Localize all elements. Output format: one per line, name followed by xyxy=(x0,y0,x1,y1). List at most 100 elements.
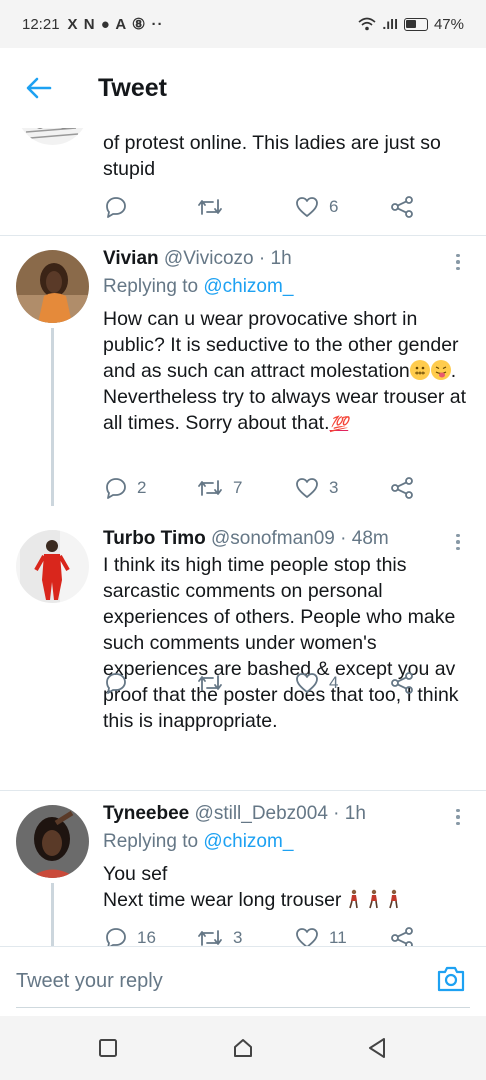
tweet-text: of protest online. This ladies are just … xyxy=(103,132,441,180)
walking-woman-emoji xyxy=(341,889,401,911)
retweet-button[interactable]: 3 xyxy=(197,923,242,946)
battery-percent: 47% xyxy=(433,15,464,33)
retweet-button[interactable] xyxy=(197,668,223,698)
back-arrow-icon xyxy=(26,77,52,99)
share-icon xyxy=(391,927,413,946)
retweet-button[interactable]: 7 xyxy=(197,473,242,503)
more-options-button[interactable] xyxy=(450,250,466,274)
tweet-text: I think its high time people stop this s… xyxy=(103,554,459,732)
share-icon xyxy=(391,196,413,218)
mention-link[interactable]: @chizom_ xyxy=(203,276,293,297)
retweet-icon xyxy=(198,480,222,496)
tweet-actions: 6 xyxy=(103,192,423,222)
reply-composer xyxy=(0,946,486,1016)
more-options-button[interactable] xyxy=(450,530,466,554)
tongue-emoji xyxy=(430,360,451,380)
retweet-count: 3 xyxy=(233,928,243,946)
share-button[interactable] xyxy=(390,473,414,503)
like-button[interactable]: 6 xyxy=(295,192,338,222)
tweet-header: Turbo Timo @sonofman09 · 48m xyxy=(103,528,389,550)
tweet-actions: 2 7 3 xyxy=(103,473,423,503)
heart-icon xyxy=(296,197,318,217)
like-count: 6 xyxy=(329,197,339,216)
reply-count: 2 xyxy=(137,478,147,497)
share-button[interactable] xyxy=(390,192,414,222)
home-icon xyxy=(234,1039,252,1057)
reply-icon xyxy=(106,478,126,499)
status-bar: 12:21 X N ● A ⑧ ·· .ıll 47% xyxy=(0,0,486,48)
tweet-turbo-timo[interactable]: Turbo Timo @sonofman09 · 48m I think its… xyxy=(0,518,486,790)
replying-to-label: Replying to xyxy=(103,276,199,297)
timestamp: · 48m xyxy=(340,528,389,549)
triangle-back-icon xyxy=(369,1038,385,1058)
zipper-mouth-emoji xyxy=(409,360,430,380)
tweet-text-main: How can u wear provocative short in publ… xyxy=(103,308,459,382)
retweet-icon xyxy=(198,199,222,215)
reply-count: 16 xyxy=(137,928,156,946)
avatar[interactable] xyxy=(16,805,89,878)
replying-to: Replying to @chizom_ xyxy=(103,276,293,298)
notification-icons: X N ● A ⑧ ·· xyxy=(67,16,164,33)
display-name[interactable]: Turbo Timo xyxy=(103,528,206,549)
more-options-button[interactable] xyxy=(450,805,466,829)
tweet-partial[interactable]: of protest online. This ladies are just … xyxy=(0,120,486,234)
like-button[interactable]: 4 xyxy=(295,668,338,698)
reply-icon xyxy=(106,197,126,218)
share-button[interactable] xyxy=(390,923,414,946)
back-button[interactable] xyxy=(14,63,64,113)
reply-button[interactable]: 2 xyxy=(105,473,146,503)
tweet-header: Tyneebee @still_Debz004 · 1h xyxy=(103,803,366,825)
reply-icon xyxy=(106,928,126,946)
thread-line xyxy=(51,883,54,946)
heart-icon xyxy=(296,928,318,946)
tweet-vivian[interactable]: Vivian @Vivicozo · 1h Replying to @chizo… xyxy=(0,236,486,506)
square-icon xyxy=(99,1039,117,1057)
avatar[interactable] xyxy=(16,530,89,603)
retweet-icon xyxy=(198,930,222,946)
user-handle[interactable]: @Vivicozo xyxy=(164,248,254,269)
user-handle[interactable]: @sonofman09 xyxy=(211,528,335,549)
composer-underline xyxy=(16,1007,470,1008)
display-name[interactable]: Tyneebee xyxy=(103,803,189,824)
like-count: 3 xyxy=(329,478,339,497)
camera-button[interactable] xyxy=(436,965,472,997)
tweet-text-line: Next time wear long trouser xyxy=(103,887,473,913)
reply-button[interactable] xyxy=(105,192,127,222)
like-count: 11 xyxy=(329,928,347,946)
share-icon xyxy=(391,672,413,694)
retweet-count: 7 xyxy=(233,478,243,497)
retweet-icon xyxy=(198,675,222,691)
home-button[interactable] xyxy=(227,1032,259,1064)
status-right: .ıll 47% xyxy=(358,16,464,33)
camera-icon xyxy=(437,966,465,992)
status-time: 12:21 xyxy=(22,15,60,33)
timestamp: · 1h xyxy=(333,803,366,824)
back-nav-button[interactable] xyxy=(361,1032,393,1064)
reply-button[interactable]: 16 xyxy=(105,923,156,946)
tweet-header: Vivian @Vivicozo · 1h xyxy=(103,248,292,270)
thread-line xyxy=(51,328,54,506)
timestamp: · 1h xyxy=(258,248,292,269)
user-handle[interactable]: @still_Debz004 xyxy=(195,803,328,824)
tweet-text: How can u wear provocative short in publ… xyxy=(103,306,473,438)
avatar[interactable] xyxy=(16,250,89,323)
like-count: 4 xyxy=(329,673,339,692)
battery-icon xyxy=(403,17,428,31)
retweet-button[interactable] xyxy=(197,192,223,222)
share-icon xyxy=(391,477,413,499)
heart-icon xyxy=(296,673,318,693)
page-title: Tweet xyxy=(98,73,167,102)
display-name[interactable]: Vivian xyxy=(103,248,159,269)
like-button[interactable]: 11 xyxy=(295,923,347,946)
hundred-emoji: 💯 xyxy=(329,416,349,433)
recents-button[interactable] xyxy=(92,1032,124,1064)
tweet-actions xyxy=(103,843,423,873)
replies-feed[interactable]: of protest online. This ladies are just … xyxy=(0,120,486,946)
share-button[interactable] xyxy=(390,668,414,698)
reply-button[interactable] xyxy=(105,668,127,698)
tweet-text-line-2: Next time wear long trouser xyxy=(103,889,342,911)
like-button[interactable]: 3 xyxy=(295,473,338,503)
wifi-icon xyxy=(358,17,376,31)
reply-input[interactable] xyxy=(16,961,416,1001)
tweet-actions-tyneebee: 16 3 11 xyxy=(103,923,423,946)
